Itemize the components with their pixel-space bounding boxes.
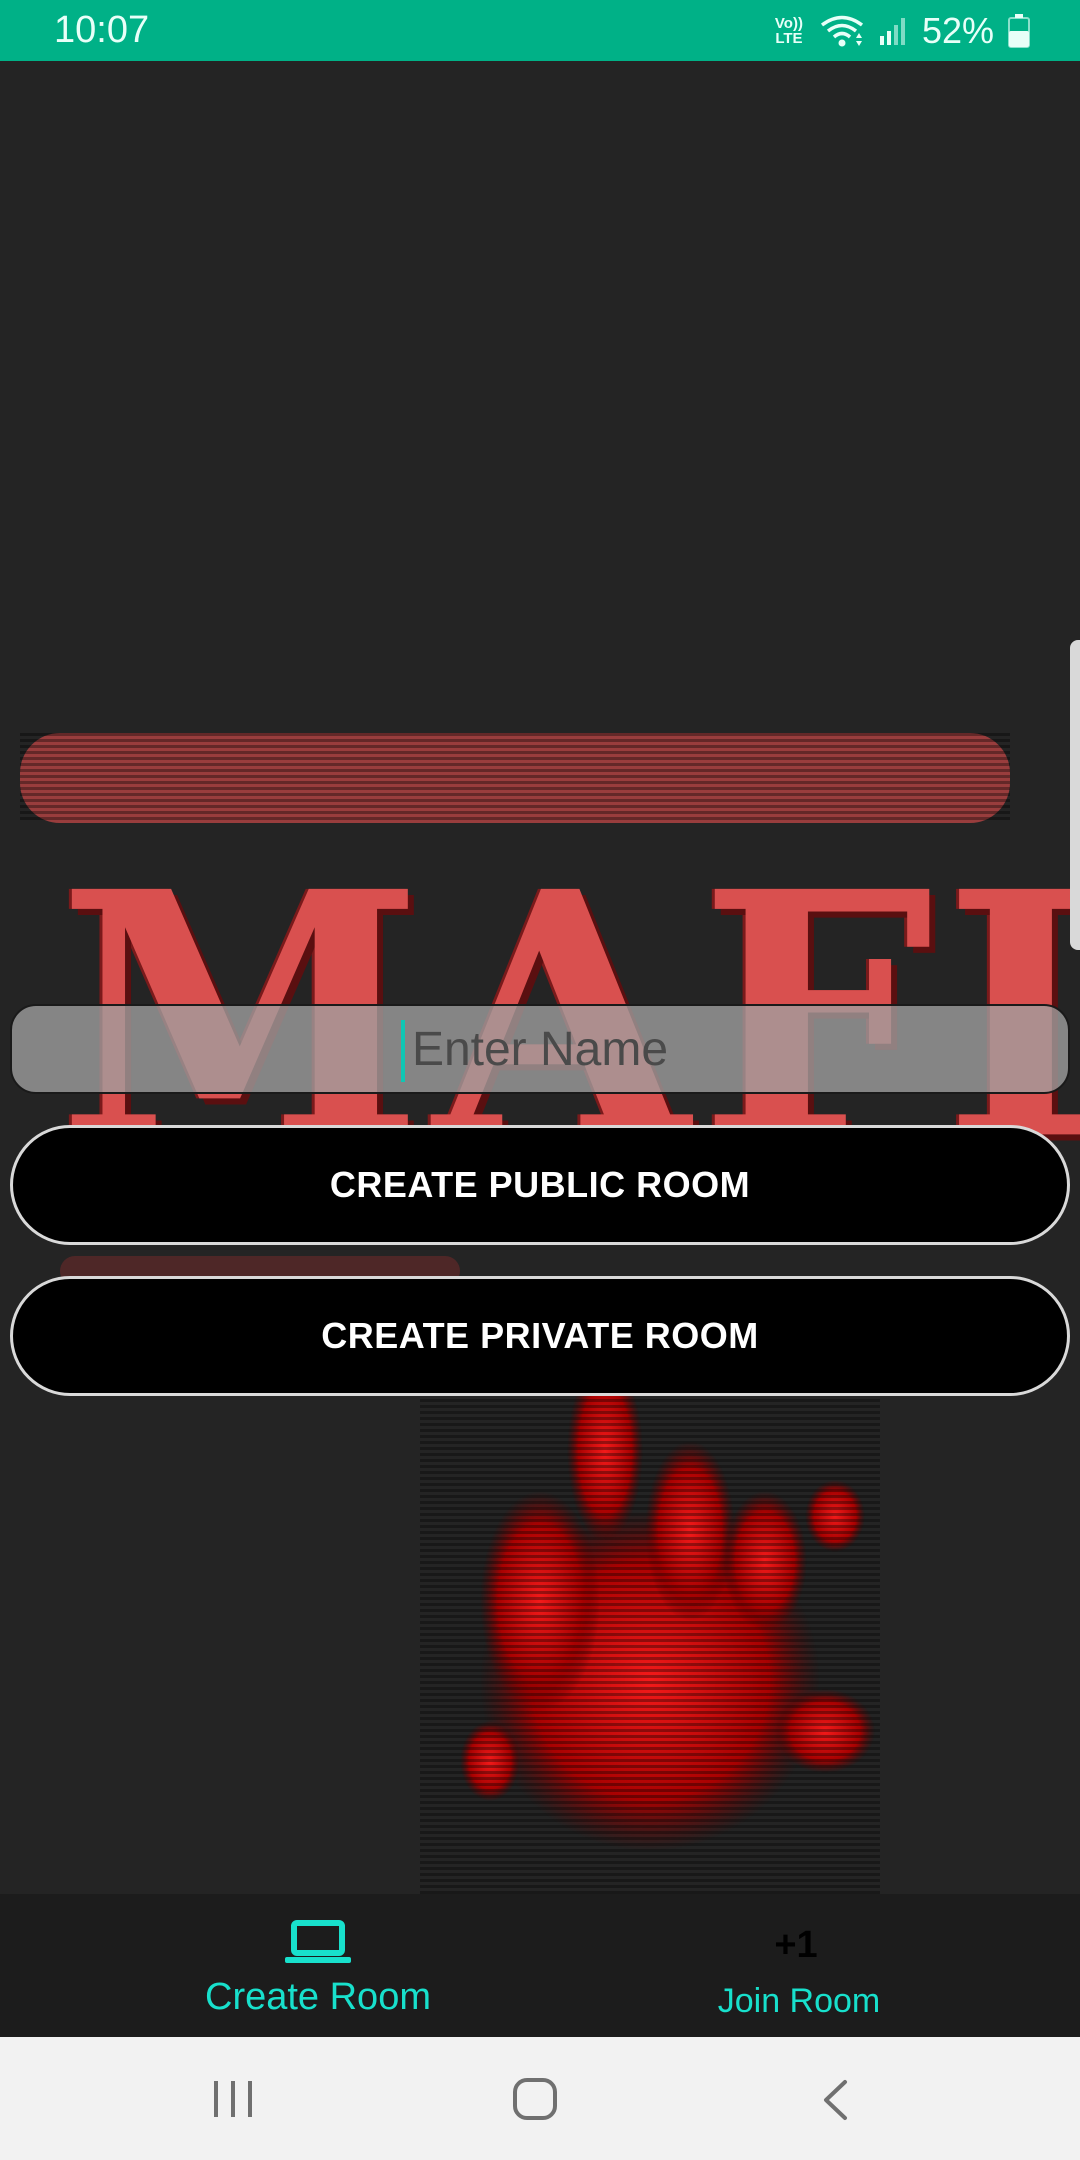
main-content: MAFIA — [0, 61, 1080, 1894]
status-bar: 10:07 Vo)) LTE 52% — [0, 0, 1080, 61]
plus-one-icon: +1 — [774, 1924, 818, 1966]
side-panel-handle[interactable] — [1070, 640, 1080, 950]
bottom-navigation: Create Room +1 Join Room — [0, 1894, 1080, 2037]
home-icon[interactable] — [512, 2077, 558, 2121]
volte-icon: Vo)) LTE — [774, 14, 803, 47]
laptop-icon — [285, 1920, 351, 1963]
nav-join-room-label: Join Room — [717, 1982, 881, 2020]
nav-create-room[interactable]: Create Room — [0, 1894, 540, 2037]
recent-apps-icon[interactable] — [212, 2079, 254, 2119]
text-caret — [401, 1020, 405, 1082]
battery-percent: 52% — [921, 9, 994, 51]
system-navigation-bar — [0, 2037, 1080, 2160]
battery-icon — [1008, 13, 1030, 48]
create-private-room-label: CREATE PRIVATE ROOM — [321, 1315, 759, 1356]
status-icons: Vo)) LTE 52% — [772, 10, 1030, 52]
create-public-room-label: CREATE PUBLIC ROOM — [329, 1164, 751, 1205]
nav-join-room[interactable]: +1 Join Room — [540, 1894, 1080, 2037]
status-time: 10:07 — [54, 9, 150, 51]
create-public-room-button[interactable]: CREATE PUBLIC ROOM — [10, 1125, 1070, 1245]
wifi-icon — [820, 15, 863, 46]
name-input[interactable] — [10, 1004, 1070, 1094]
back-icon[interactable] — [820, 2079, 850, 2121]
create-private-room-button[interactable]: CREATE PRIVATE ROOM — [10, 1276, 1070, 1396]
signal-icon — [879, 17, 905, 45]
